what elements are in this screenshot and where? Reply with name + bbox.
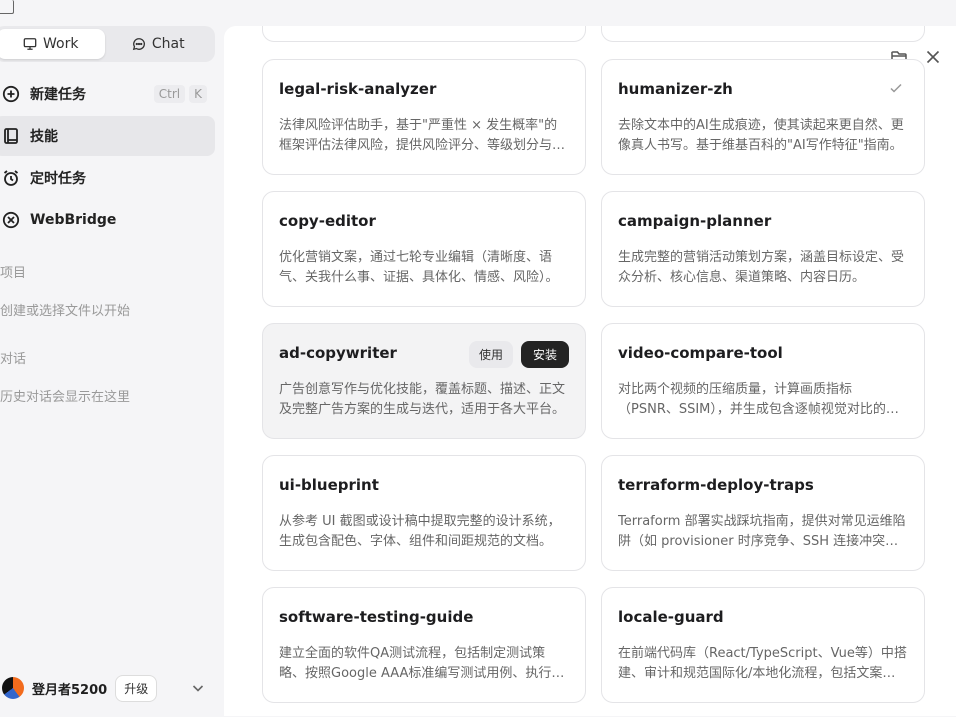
sidebar-item-scheduled-tasks[interactable]: 定时任务	[0, 158, 215, 198]
sidebar-item-label: WebBridge	[30, 212, 117, 228]
user-name: 登月者5200	[32, 682, 108, 698]
shortcut-key-k: K	[189, 85, 207, 103]
mode-work-label: Work	[43, 36, 79, 52]
sidebar-item-label: 技能	[30, 129, 58, 145]
bridge-icon	[2, 211, 20, 229]
skill-card-title: legal-risk-analyzer	[279, 80, 437, 98]
skill-card[interactable]: humanizer-zh 去除文本中的AI生成痕迹，使其读起来更自然、更像真人书…	[601, 59, 925, 175]
sidebar-toggle-icon[interactable]	[0, 0, 14, 14]
installed-check-icon	[890, 83, 902, 93]
user-row[interactable]: 登月者5200 升级	[0, 672, 220, 704]
chat-bubble-icon	[132, 38, 145, 51]
install-button[interactable]: 安装	[520, 341, 569, 368]
skill-card[interactable]: software-testing-guide 建立全面的软件QA测试流程，包括制…	[262, 587, 586, 703]
book-icon	[4, 128, 18, 144]
skill-card[interactable]: campaign-planner 生成完整的营销活动策划方案，涵盖目标设定、受众…	[601, 191, 925, 307]
skill-card-description: 建立全面的软件QA测试流程，包括制定测试策略、按照Google AAA标准编写测…	[279, 646, 565, 681]
plus-circle-icon	[2, 85, 20, 103]
skill-card[interactable]: ad-copywriter 使用 安装 广告创意写作与优化技能，覆盖标题、描述、…	[262, 323, 586, 439]
skill-card-description: 优化营销文案，通过七轮专业编辑（清晰度、语气、关我什么事、证据、具体化、情感、风…	[279, 250, 559, 285]
projects-empty-hint: 创建或选择文件以开始	[0, 304, 131, 319]
skill-card-title: humanizer-zh	[618, 80, 733, 98]
skill-card-title: video-compare-tool	[618, 344, 783, 362]
alarm-clock-icon	[3, 170, 19, 186]
skill-card-partial[interactable]	[601, 26, 925, 42]
mode-switch: Work Chat	[0, 26, 215, 62]
sidebar-item-skills[interactable]: 技能	[0, 116, 215, 156]
skill-card[interactable]: video-compare-tool 对比两个视频的压缩质量，计算画质指标（PS…	[601, 323, 925, 439]
skills-panel: legal-risk-analyzer 法律风险评估助手，基于"严重性 × 发生…	[224, 26, 956, 716]
skill-card-description: 从参考 UI 截图或设计稿中提取完整的设计系统，生成包含配色、字体、组件和间距规…	[279, 514, 561, 549]
skill-card[interactable]: ui-blueprint 从参考 UI 截图或设计稿中提取完整的设计系统，生成包…	[262, 455, 586, 571]
close-icon[interactable]	[924, 48, 942, 66]
upgrade-button[interactable]: 升级	[115, 674, 158, 702]
skill-card-title: ui-blueprint	[279, 476, 379, 494]
skill-card-title: copy-editor	[279, 212, 376, 230]
mode-chat-button[interactable]: Chat	[105, 29, 213, 59]
sidebar-item-label: 新建任务	[30, 87, 86, 103]
skill-card-description: 去除文本中的AI生成痕迹，使其读起来更自然、更像真人书写。基于维基百科的"AI写…	[618, 118, 904, 153]
sidebar-item-label: 定时任务	[30, 171, 86, 187]
skill-card-description: 在前端代码库（React/TypeScript、Vue等）中搭建、审计和规范国际…	[618, 646, 907, 681]
mode-chat-label: Chat	[151, 36, 185, 52]
shortcut-hint: Ctrl K	[153, 85, 207, 103]
skill-card-description: 对比两个视频的压缩质量，计算画质指标（PSNR、SSIM），并生成包含逐帧视觉对…	[618, 382, 899, 417]
skill-card-partial[interactable]	[262, 26, 586, 42]
sidebar: Work Chat 新建任务 Ctrl K 技能 定时任务 WebBridge …	[0, 0, 224, 717]
use-button[interactable]: 使用	[468, 341, 513, 368]
skill-card-description: 法律风险评估助手，基于"严重性 × 发生概率"的框架评估法律风险，提供风险评分、…	[279, 118, 566, 153]
skill-card[interactable]: terraform-deploy-traps Terraform 部署实战踩坑指…	[601, 455, 925, 571]
chevron-down-icon[interactable]	[190, 680, 206, 696]
avatar[interactable]	[2, 677, 24, 699]
mode-work-button[interactable]: Work	[0, 29, 105, 59]
skill-card-title: locale-guard	[618, 608, 724, 626]
skill-card-actions: 使用 安装	[468, 341, 569, 368]
skill-card-description: 广告创意写作与优化技能，覆盖标题、描述、正文及完整广告方案的生成与迭代，适用于各…	[279, 382, 566, 417]
skill-card-description: Terraform 部署实战踩坑指南，提供对常见运维陷阱（如 provision…	[618, 514, 906, 549]
chats-section-label: 对话	[0, 352, 27, 367]
sidebar-item-new-task[interactable]: 新建任务 Ctrl K	[0, 74, 215, 114]
shortcut-key-ctrl: Ctrl	[153, 85, 186, 103]
projects-section-label: 项目	[0, 266, 27, 281]
chats-empty-hint: 历史对话会显示在这里	[0, 390, 131, 405]
skill-card-description: 生成完整的营销活动策划方案，涵盖目标设定、受众分析、核心信息、渠道策略、内容日历…	[618, 250, 905, 285]
skill-card-title: software-testing-guide	[279, 608, 474, 626]
skill-card-title: campaign-planner	[618, 212, 772, 230]
sidebar-item-webbridge[interactable]: WebBridge	[0, 200, 215, 240]
monitor-icon	[23, 38, 37, 50]
skill-card-title: terraform-deploy-traps	[618, 476, 814, 494]
skill-card[interactable]: locale-guard 在前端代码库（React/TypeScript、Vue…	[601, 587, 925, 703]
skill-card[interactable]: legal-risk-analyzer 法律风险评估助手，基于"严重性 × 发生…	[262, 59, 586, 175]
skill-card[interactable]: copy-editor 优化营销文案，通过七轮专业编辑（清晰度、语气、关我什么事…	[262, 191, 586, 307]
